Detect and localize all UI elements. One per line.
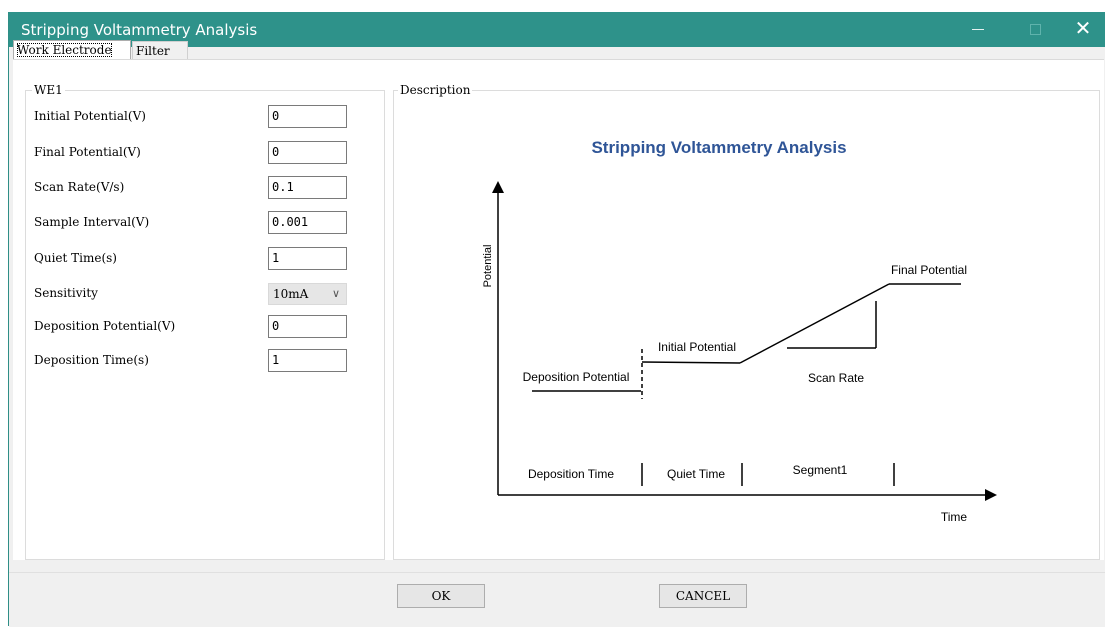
close-button[interactable]: ✕ (1060, 12, 1105, 47)
ok-button[interactable]: OK (397, 584, 485, 608)
sensitivity-select[interactable]: 10mA ∨ (268, 283, 347, 305)
tab-work-electrode[interactable]: Work Electrode (13, 40, 131, 60)
we1-legend: WE1 (32, 83, 65, 97)
initial-potential-input[interactable]: 0 (268, 105, 347, 128)
sample-interval-label: Sample Interval(V) (34, 215, 150, 229)
button-bar (9, 572, 1105, 627)
segment-quiet-time: Quiet Time (667, 467, 725, 481)
initial-potential-text: Initial Potential (658, 340, 736, 354)
segment-deposition-time: Deposition Time (528, 467, 614, 481)
initial-potential-label: Initial Potential(V) (34, 109, 146, 123)
deposition-potential-input[interactable]: 0 (268, 315, 347, 338)
tab-filter[interactable]: Filter (132, 41, 188, 59)
ramp-line (739, 283, 890, 364)
initial-potential-line (641, 361, 741, 364)
maximize-icon (1030, 24, 1041, 35)
final-potential-text: Final Potential (891, 263, 967, 277)
sample-interval-input[interactable]: 0.001 (268, 211, 347, 234)
quiet-time-input[interactable]: 1 (268, 247, 347, 270)
we1-group: WE1 Initial Potential(V) 0 Final Potenti… (25, 83, 385, 560)
tab-filter-label: Filter (136, 44, 170, 58)
cancel-button[interactable]: CANCEL (659, 584, 747, 608)
quiet-time-label: Quiet Time(s) (34, 251, 117, 265)
maximize-button[interactable] (1013, 12, 1059, 47)
close-icon: ✕ (1074, 18, 1092, 40)
sensitivity-value: 10mA (273, 287, 309, 301)
tab-work-electrode-label: Work Electrode (17, 43, 112, 57)
segment-segment1: Segment1 (793, 463, 848, 477)
deposition-potential-label: Deposition Potential(V) (34, 319, 176, 333)
stripping-diagram: Stripping Voltammetry Analysis Potential… (482, 138, 997, 524)
x-axis-label: Time (941, 510, 968, 524)
chevron-down-icon: ∨ (331, 287, 340, 300)
y-axis-label: Potential (482, 245, 494, 288)
window-title: Stripping Voltammetry Analysis (21, 21, 258, 39)
dialog-window: Stripping Voltammetry Analysis ✕ Work El… (8, 12, 1105, 627)
tab-panel: WE1 Initial Potential(V) 0 Final Potenti… (13, 59, 1104, 560)
deposition-time-input[interactable]: 1 (268, 349, 347, 372)
sensitivity-label: Sensitivity (34, 286, 98, 300)
diagram-title: Stripping Voltammetry Analysis (591, 138, 846, 157)
scan-rate-input[interactable]: 0.1 (268, 176, 347, 199)
minimize-icon (972, 29, 984, 30)
deposition-potential-text: Deposition Potential (523, 370, 630, 384)
minimize-button[interactable] (955, 12, 1001, 47)
deposition-time-label: Deposition Time(s) (34, 353, 149, 367)
scan-rate-text: Scan Rate (808, 371, 864, 385)
scan-rate-label: Scan Rate(V/s) (34, 180, 125, 194)
description-group: Description Stripping Voltammetry Analys… (393, 83, 1100, 560)
final-potential-label: Final Potential(V) (34, 145, 141, 159)
final-potential-input[interactable]: 0 (268, 141, 347, 164)
